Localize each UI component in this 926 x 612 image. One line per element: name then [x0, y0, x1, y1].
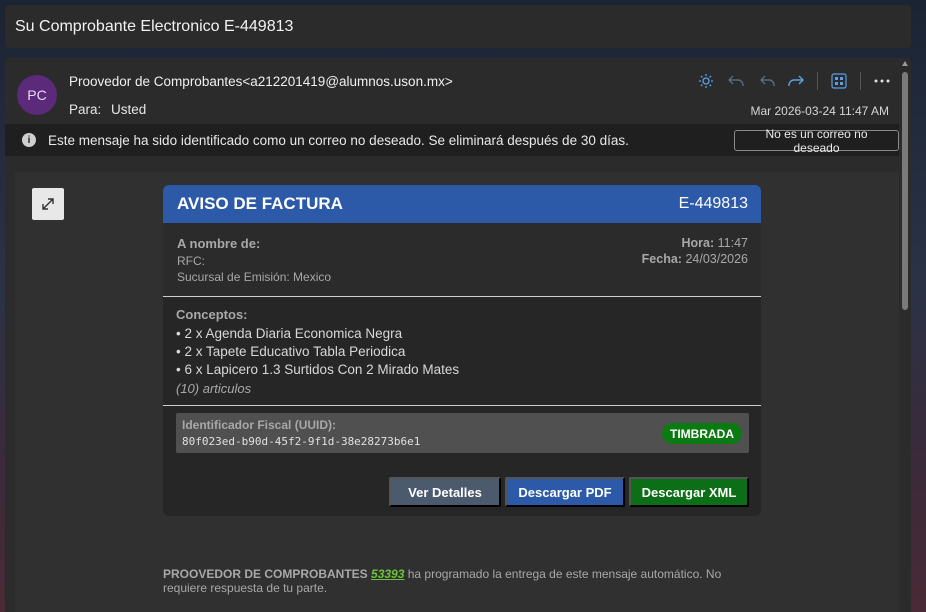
reading-pane: PC Proovedor de Comprobantes<a212201419@…	[5, 58, 911, 612]
more-icon[interactable]	[867, 70, 897, 92]
scroll-up-arrow-icon[interactable]	[902, 61, 908, 66]
forward-icon[interactable]	[781, 70, 811, 92]
footer-number-link[interactable]: 53393	[371, 567, 404, 581]
rfc-label: RFC:	[177, 254, 205, 268]
hora-value: 11:47	[717, 236, 748, 250]
descargar-pdf-button[interactable]: Descargar PDF	[505, 477, 625, 507]
footer-company: PROOVEDOR DE COMPROBANTES	[163, 567, 368, 581]
reply-icon[interactable]	[721, 70, 751, 92]
toolbar-separator	[817, 72, 818, 90]
articulos-count: (10) articulos	[176, 381, 252, 396]
not-junk-button[interactable]: No es un correo no deseado	[734, 127, 899, 155]
footer-note: PROOVEDOR DE COMPROBANTES 53393 ha progr…	[163, 567, 763, 595]
scroll-thumb[interactable]	[902, 72, 908, 310]
info-icon: i	[22, 133, 36, 147]
reply-all-icon[interactable]	[751, 70, 781, 92]
to-label: Para:	[69, 102, 102, 117]
sucursal-text: Sucursal de Emisión: Mexico	[177, 270, 332, 284]
junk-banner-text: Este mensaje ha sido identificado como u…	[48, 132, 629, 148]
conceptos-section: Conceptos: • 2 x Agenda Diaria Economica…	[163, 297, 761, 406]
scrollbar[interactable]	[899, 58, 911, 612]
message-body: AVISO DE FACTURA E-449813 A nombre de: R…	[15, 172, 899, 612]
conceptos-label: Conceptos:	[176, 307, 248, 322]
fecha-value: 24/03/2026	[685, 252, 748, 266]
conceptos-list: • 2 x Agenda Diaria Economica Negra • 2 …	[176, 325, 459, 398]
apps-icon[interactable]	[824, 70, 854, 92]
invoice-id: E-449813	[678, 195, 748, 212]
uuid-box: Identificador Fiscal (UUID): 80f023ed-b9…	[176, 413, 749, 453]
sun-icon[interactable]	[691, 70, 721, 92]
invoice-title: AVISO DE FACTURA	[177, 194, 343, 213]
junk-banner: i Este mensaje ha sido identificado como…	[5, 124, 899, 156]
invoice-date: Fecha: 24/03/2026	[642, 252, 748, 266]
list-item: • 6 x Lapicero 1.3 Surtidos Con 2 Mirado…	[176, 362, 460, 377]
expand-icon	[42, 198, 54, 210]
invoice-recipient-section: A nombre de: RFC: Sucursal de Emisión: M…	[163, 223, 761, 297]
descargar-xml-button[interactable]: Descargar XML	[629, 477, 749, 507]
toolbar-separator	[860, 72, 861, 90]
fecha-label: Fecha:	[641, 252, 682, 266]
list-item: • 2 x Tapete Educativo Tabla Periodica	[176, 344, 406, 359]
avatar-initials: PC	[27, 87, 47, 103]
message-date: Mar 2026-03-24 11:47 AM	[750, 104, 889, 118]
uuid-label: Identificador Fiscal (UUID):	[182, 418, 337, 432]
sender-avatar[interactable]: PC	[17, 75, 57, 115]
invoice-header: AVISO DE FACTURA E-449813	[163, 185, 761, 223]
hora-label: Hora:	[681, 236, 715, 250]
nombre-label: A nombre de:	[177, 236, 261, 251]
footer-text-1: ha programado la entrega de este mensaje…	[404, 567, 722, 581]
ver-detalles-button[interactable]: Ver Detalles	[389, 477, 501, 507]
uuid-value: 80f023ed-b90d-45f2-9f1d-38e28273b6e1	[182, 435, 421, 448]
expand-button[interactable]	[32, 188, 64, 220]
message-toolbar	[691, 70, 897, 92]
status-badge: TIMBRADA	[662, 423, 742, 444]
subject-bar: Su Comprobante Electronico E-449813	[5, 5, 911, 48]
invoice-card: AVISO DE FACTURA E-449813 A nombre de: R…	[163, 185, 761, 516]
sender-address[interactable]: Proovedor de Comprobantes<a212201419@alu…	[69, 74, 453, 89]
recipient-line: Para: Usted	[69, 102, 146, 117]
invoice-time: Hora: 11:47	[682, 236, 749, 250]
list-item: • 2 x Agenda Diaria Economica Negra	[176, 326, 403, 341]
to-value[interactable]: Usted	[111, 102, 146, 117]
footer-text-2: requiere respuesta de tu parte.	[163, 581, 328, 595]
email-subject: Su Comprobante Electronico E-449813	[15, 17, 294, 35]
